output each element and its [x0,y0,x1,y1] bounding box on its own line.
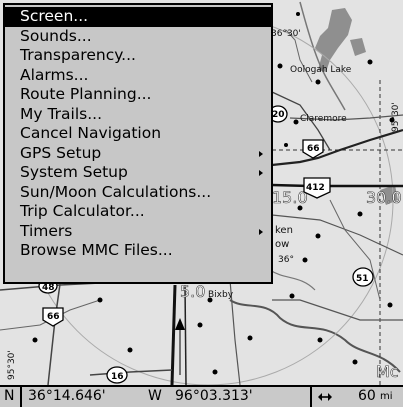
menu-item-label: Browse MMC Files... [20,241,173,259]
status-divider [20,387,22,407]
map-label-lat-top: 36°30' [271,29,301,39]
submenu-arrow-icon [259,228,263,235]
menu-item-my-trails[interactable]: My Trails... [5,105,271,125]
map-label-ow: ow [275,239,289,250]
map-label-lon-right: 95°30' [391,102,401,132]
menu-item-route-planning[interactable]: Route Planning... [5,85,271,105]
latitude-value: 36°14.646' [28,388,106,404]
menu-item-gps-setup[interactable]: GPS Setup [5,144,271,164]
left-right-arrow-icon [318,393,332,401]
route-shield-51: 51 [352,267,374,287]
menu-item-label: Transparency... [20,46,136,64]
longitude-value: 96°03.313' [175,388,253,404]
zoom-value: 60 [358,388,376,404]
menu-item-sun-moon-calculations[interactable]: Sun/Moon Calculations... [5,183,271,203]
menu-item-label: Sun/Moon Calculations... [20,182,212,201]
map-label-range-15: 15.0 [272,188,308,207]
route-shield-16: 16 [106,366,128,384]
map-label-lon-left: 95°30' [7,350,17,380]
menu-item-system-setup[interactable]: System Setup [5,163,271,183]
menu-item-label: Timers [20,221,73,240]
zoom-unit: mi [380,391,393,402]
gps-screen: 36°30' Oologah Lake Claremore 95°30' 15.… [0,0,403,407]
status-bar: N 36°14.646' W 96°03.313' 60 mi [0,385,403,407]
svg-text:20: 20 [272,110,285,120]
menu-item-label: Cancel Navigation [20,124,162,142]
map-label-claremore: Claremore [300,114,347,124]
map-label-lat-36: 36° [278,255,294,265]
svg-text:412: 412 [306,183,325,193]
svg-text:48: 48 [42,283,55,293]
menu-item-browse-mmc-files[interactable]: Browse MMC Files... [5,241,271,261]
svg-text:66: 66 [47,312,60,322]
main-menu: Screen... Sounds... Transparency... Alarms.… [3,3,273,284]
menu-item-label: System Setup [20,163,128,181]
menu-item-alarms[interactable]: Alarms... [5,66,271,86]
menu-item-label: Screen... [20,7,89,25]
menu-item-trip-calculator[interactable]: Trip Calculator... [5,202,271,222]
map-label-ken: ken [275,225,293,236]
menu-item-screen[interactable]: Screen... [5,7,271,27]
menu-item-sounds[interactable]: Sounds... [5,27,271,47]
menu-item-timers[interactable]: Timers [5,222,271,242]
map-label-bixby: Bixby [208,290,234,300]
svg-text:66: 66 [307,144,320,154]
menu-item-label: Trip Calculator... [20,202,145,220]
status-divider [310,387,312,407]
menu-item-cancel-navigation[interactable]: Cancel Navigation [5,124,271,144]
highway-412 [271,183,403,188]
svg-text:16: 16 [111,372,124,382]
map-label-oologah-lake: Oologah Lake [290,65,352,75]
submenu-arrow-icon [259,170,263,176]
map-label-range-5: 5.0 [180,282,205,301]
longitude-hemisphere: W [148,388,162,404]
menu-item-label: Route Planning... [20,85,152,103]
menu-item-label: Sounds... [20,26,92,45]
map-label-range-30: 30.0 [366,188,402,207]
menu-item-label: Alarms... [20,65,89,84]
latitude-hemisphere: N [4,388,15,404]
menu-item-label: GPS Setup [20,143,102,162]
menu-item-transparency[interactable]: Transparency... [5,46,271,66]
menu-item-label: My Trails... [20,104,103,123]
svg-text:51: 51 [356,274,369,284]
map-label-mc: Mc [376,362,399,381]
submenu-arrow-icon [259,150,263,157]
